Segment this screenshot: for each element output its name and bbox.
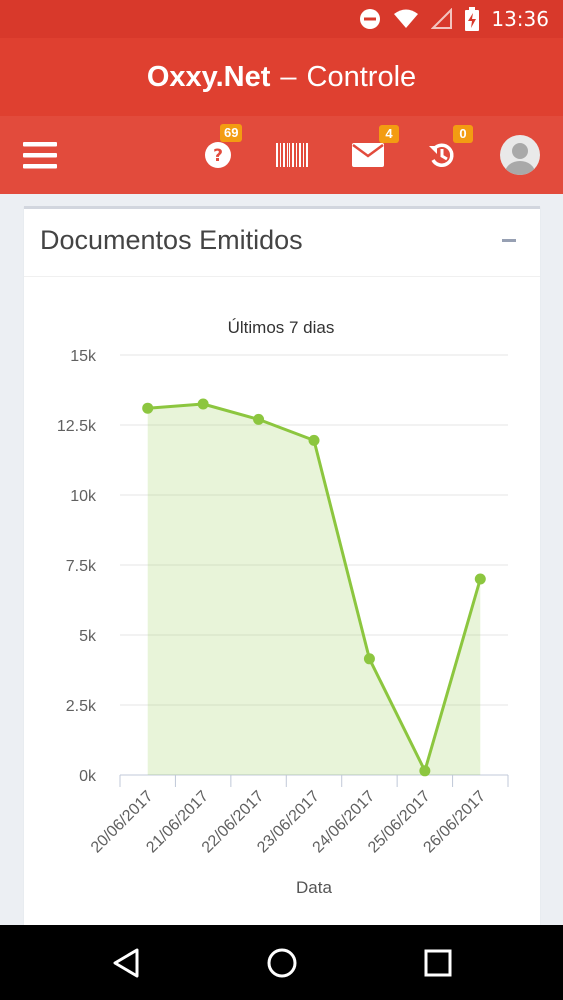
envelope-icon (352, 143, 384, 167)
title-separator: – (280, 60, 297, 93)
data-point (363, 653, 375, 665)
home-button[interactable] (242, 925, 322, 1000)
chart-title: Últimos 7 dias (228, 318, 335, 337)
user-avatar-button[interactable] (498, 116, 542, 194)
documents-chart: Últimos 7 dias0k2.5k5k7.5k10k12.5k15k20/… (57, 318, 509, 897)
wifi-icon (394, 9, 419, 28)
brand-logo-text: Oxxy.Net (146, 60, 271, 93)
x-axis-label: Data (296, 878, 332, 897)
signal-icon (431, 8, 453, 29)
help-badge: 69 (220, 124, 243, 142)
status-icons: 13:36 (359, 0, 549, 38)
barcode-button[interactable] (272, 116, 312, 194)
recents-button[interactable] (398, 925, 478, 1000)
help-button[interactable]: ? 69 (196, 116, 243, 194)
y-tick-label: 2.5k (66, 698, 97, 715)
recents-square-icon (424, 949, 452, 976)
history-icon (429, 143, 454, 167)
system-nav-bar (0, 925, 563, 1000)
history-badge: 0 (453, 125, 473, 143)
data-point (474, 573, 486, 585)
back-button[interactable] (86, 925, 166, 1000)
back-triangle-icon (113, 948, 139, 977)
svg-text:?: ? (213, 146, 223, 166)
avatar (500, 135, 540, 175)
question-circle-icon: ? (205, 142, 231, 168)
y-tick-label: 10k (70, 488, 97, 505)
page-subtitle: Controle (306, 60, 417, 93)
data-point (308, 434, 320, 446)
status-time: 13:36 (491, 7, 549, 31)
data-point (197, 398, 209, 410)
data-point (419, 765, 431, 777)
home-circle-icon (267, 948, 297, 977)
hamburger-menu-icon (23, 142, 57, 169)
y-tick-label: 0k (79, 768, 97, 785)
battery-charging-icon (465, 7, 480, 31)
documents-card: Documentos Emitidos Últimos 7 dias 0k 2.5k… (24, 206, 540, 966)
y-tick-label: 5k (79, 628, 97, 645)
messages-button[interactable]: 4 (348, 116, 399, 194)
toolbar: ? 69 4 0 (0, 116, 563, 194)
data-point (142, 402, 154, 414)
series-area (147, 404, 481, 775)
y-tick-label: 7.5k (66, 558, 97, 575)
menu-button[interactable] (20, 116, 60, 194)
y-tick-label: 15k (70, 348, 97, 365)
status-bar: 13:36 (0, 0, 563, 38)
messages-badge: 4 (379, 125, 399, 143)
data-point (253, 413, 265, 425)
y-tick-label: 12.5k (57, 418, 97, 435)
app-header: Oxxy.Net – Controle (0, 38, 563, 116)
do-not-disturb-icon (360, 9, 381, 29)
history-button[interactable]: 0 (422, 116, 473, 194)
barcode-icon (276, 143, 308, 167)
